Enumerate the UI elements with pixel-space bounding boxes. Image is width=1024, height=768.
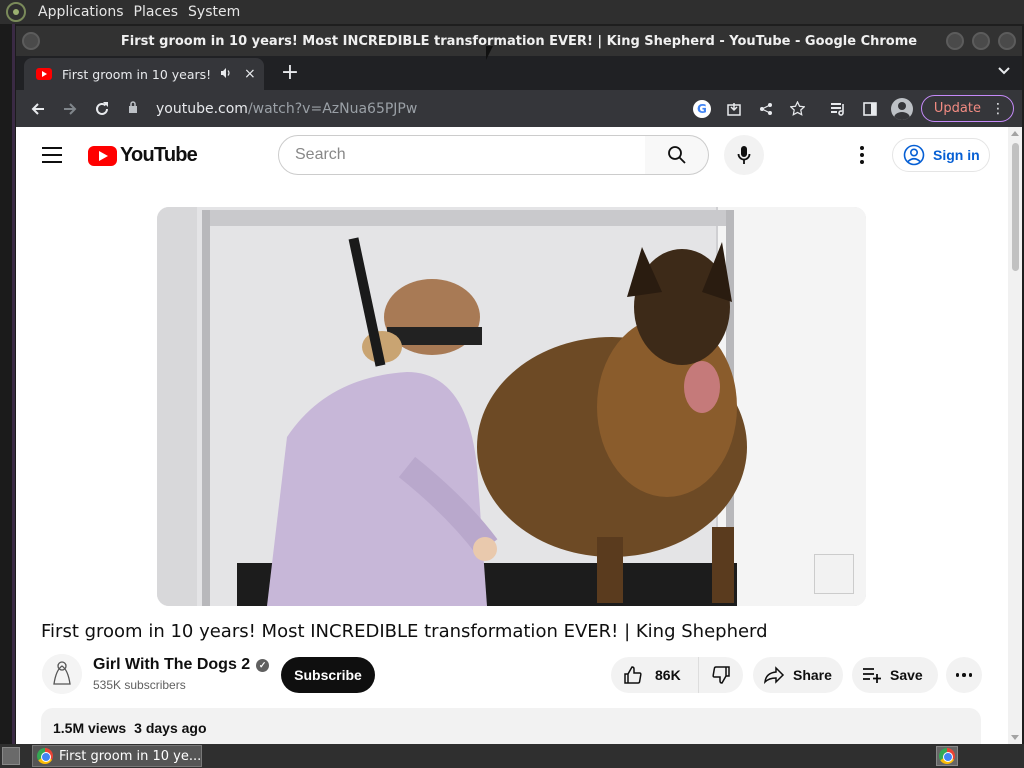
- page-scrollbar[interactable]: [1008, 127, 1022, 744]
- maximize-button[interactable]: [972, 32, 990, 50]
- url-host: youtube.com: [156, 100, 248, 117]
- google-lens-icon[interactable]: G: [689, 96, 715, 122]
- tab-search-icon[interactable]: [998, 64, 1010, 78]
- like-count: 86K: [655, 667, 681, 683]
- share-arrow-icon: [764, 666, 785, 684]
- channel-avatar[interactable]: [42, 654, 82, 694]
- playlist-add-icon: [863, 668, 881, 683]
- tab-strip: First groom in 10 years! Most INCREDIBLE…: [16, 56, 1022, 90]
- video-frame-image: [157, 207, 866, 606]
- browser-window: First groom in 10 years! Most INCREDIBLE…: [16, 26, 1022, 744]
- more-actions-icon[interactable]: [946, 657, 982, 693]
- chrome-icon: [37, 748, 53, 764]
- search-button[interactable]: [645, 135, 709, 175]
- youtube-logo-text: YouTube: [120, 144, 198, 166]
- verified-check-icon: ✓: [256, 658, 270, 672]
- description-box[interactable]: 1.5M views 3 days ago: [41, 708, 981, 744]
- subscriber-count: 535K subscribers: [93, 678, 186, 692]
- youtube-header: YouTube Search Sign in: [16, 127, 1008, 183]
- account-circle-icon: [903, 144, 925, 166]
- close-tab-icon[interactable]: ×: [244, 66, 256, 82]
- install-app-icon[interactable]: [721, 96, 747, 122]
- window-title: First groom in 10 years! Most INCREDIBLE…: [120, 33, 918, 49]
- view-count: 1.5M views: [53, 720, 127, 736]
- forward-arrow-icon[interactable]: [54, 93, 86, 125]
- reload-icon[interactable]: [86, 93, 118, 125]
- share-button[interactable]: Share: [753, 657, 843, 693]
- share-page-icon[interactable]: [753, 96, 779, 122]
- toolbar-actions: G Update ⋮: [689, 93, 1014, 124]
- side-panel-icon[interactable]: [857, 96, 883, 122]
- page-viewport: YouTube Search Sign in First groom in 10…: [16, 127, 1022, 744]
- like-dislike-group: 86K: [611, 657, 743, 693]
- tab-title: First groom in 10 years! Most INCREDIBLE…: [62, 66, 212, 82]
- save-button[interactable]: Save: [852, 657, 938, 693]
- search-placeholder: Search: [295, 146, 346, 163]
- show-desktop-button[interactable]: [2, 747, 20, 765]
- sign-in-label: Sign in: [933, 147, 980, 163]
- taskbar-chrome-window[interactable]: First groom in 10 ye...: [32, 745, 202, 767]
- desktop-top-panel: Applications Places System: [0, 0, 1024, 24]
- dislike-button[interactable]: [699, 657, 743, 693]
- back-arrow-icon[interactable]: [22, 93, 54, 125]
- channel-name[interactable]: Girl With The Dogs 2 ✓: [93, 656, 270, 674]
- scroll-down-arrow-icon[interactable]: [1011, 735, 1019, 740]
- subscribe-button[interactable]: Subscribe: [281, 657, 375, 693]
- settings-more-icon[interactable]: [850, 143, 874, 167]
- taskbar-item-label: First groom in 10 ye...: [59, 748, 202, 764]
- tab-youtube[interactable]: First groom in 10 years! Most INCREDIBLE…: [24, 58, 264, 90]
- youtube-favicon-icon: [36, 68, 52, 80]
- sign-in-button[interactable]: Sign in: [892, 138, 990, 172]
- distro-logo-icon[interactable]: [6, 2, 26, 22]
- share-label: Share: [793, 667, 832, 683]
- profile-avatar-icon[interactable]: [889, 96, 915, 122]
- upload-age: 3 days ago: [134, 720, 207, 736]
- like-button[interactable]: 86K: [611, 657, 699, 693]
- voice-search-button[interactable]: [724, 135, 764, 175]
- scrollbar-thumb[interactable]: [1012, 143, 1019, 271]
- microphone-icon: [737, 146, 751, 164]
- audio-playing-icon[interactable]: [220, 67, 232, 82]
- window-menu-button[interactable]: [22, 32, 40, 50]
- url-path: /watch?v=AzNua65PJPw: [247, 100, 418, 117]
- media-controls-icon[interactable]: [825, 96, 851, 122]
- channel-name-text: Girl With The Dogs 2: [93, 656, 251, 673]
- tray-chrome-icon[interactable]: [936, 746, 958, 766]
- close-window-button[interactable]: [998, 32, 1016, 50]
- save-label: Save: [890, 667, 923, 683]
- window-titlebar[interactable]: First groom in 10 years! Most INCREDIBLE…: [16, 26, 1022, 56]
- mouse-cursor-icon: [486, 46, 493, 60]
- video-player[interactable]: [157, 207, 866, 606]
- scroll-up-arrow-icon[interactable]: [1011, 131, 1019, 136]
- hamburger-menu-icon[interactable]: [42, 147, 62, 163]
- update-label: Update: [933, 101, 981, 116]
- chrome-menu-icon[interactable]: ⋮: [991, 101, 1005, 117]
- desktop-left-edge: [0, 24, 16, 744]
- thumbs-down-icon: [712, 666, 730, 684]
- new-tab-button[interactable]: +: [276, 60, 304, 88]
- search-icon: [667, 146, 686, 164]
- youtube-play-icon: [88, 145, 117, 166]
- thumbs-up-icon: [624, 666, 642, 684]
- system-menu[interactable]: System: [188, 4, 240, 20]
- minimize-button[interactable]: [946, 32, 964, 50]
- video-title: First groom in 10 years! Most INCREDIBLE…: [41, 621, 768, 642]
- desktop-taskbar: First groom in 10 ye...: [0, 744, 1024, 768]
- youtube-logo[interactable]: YouTube: [88, 144, 198, 167]
- bookmark-star-icon[interactable]: [785, 96, 811, 122]
- applications-menu[interactable]: Applications: [38, 4, 124, 20]
- update-button[interactable]: Update ⋮: [920, 95, 1014, 122]
- lock-icon[interactable]: [128, 101, 144, 116]
- address-bar[interactable]: youtube.com/watch?v=AzNua65PJPw: [128, 94, 716, 123]
- channel-watermark[interactable]: [814, 554, 854, 594]
- search-input[interactable]: Search: [278, 135, 646, 175]
- places-menu[interactable]: Places: [134, 4, 179, 20]
- browser-toolbar: youtube.com/watch?v=AzNua65PJPw G Update: [16, 90, 1022, 127]
